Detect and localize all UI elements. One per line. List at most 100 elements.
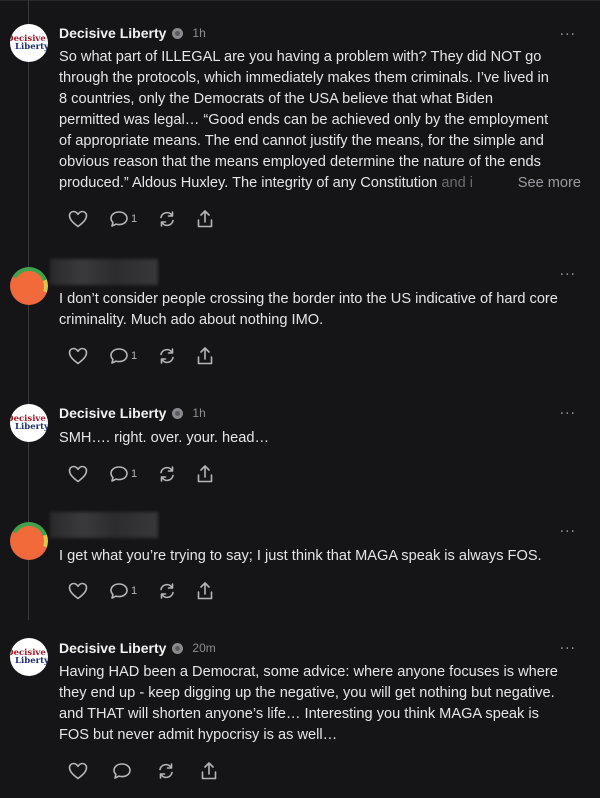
restack-icon <box>160 211 174 227</box>
heart-icon <box>68 465 88 483</box>
comment-text-line: produced.” Aldous Huxley. The integrity … <box>59 175 474 191</box>
comment-body: So what part of ILLEGAL are you having a… <box>59 47 581 194</box>
restack-icon <box>160 466 174 482</box>
like-button[interactable] <box>68 580 88 602</box>
comment-body: I don’t consider people crossing the bor… <box>59 289 581 331</box>
comment-icon <box>110 348 128 364</box>
badge-icon <box>172 642 184 654</box>
comment-text-fade: and i <box>441 175 474 191</box>
comment-header: Decisive Liberty 1h <box>59 403 206 423</box>
share-icon <box>197 347 213 365</box>
comment-body: I get what you’re trying to say; I just … <box>59 546 581 567</box>
author-name[interactable]: Decisive Liberty <box>59 640 166 656</box>
comment-text-line: I get what you’re trying to say; I just … <box>59 548 542 564</box>
avatar[interactable] <box>10 267 48 305</box>
share-icon <box>201 762 217 780</box>
badge-icon <box>172 407 184 419</box>
share-button[interactable] <box>196 580 214 602</box>
comment-text-line: Having HAD been a Democrat, some advice:… <box>59 664 558 680</box>
like-button[interactable] <box>68 208 88 230</box>
avatar-logo-line2: Liberty <box>15 422 48 432</box>
restack-button[interactable] <box>157 208 177 230</box>
heart-icon <box>68 347 88 365</box>
share-button[interactable] <box>200 760 218 782</box>
comment-count: 1 <box>131 585 138 597</box>
comment-actions: 1 <box>68 580 214 602</box>
comment-icon <box>110 583 128 599</box>
comment-text-last-row: produced.” Aldous Huxley. The integrity … <box>59 173 581 194</box>
more-options-button[interactable]: ··· <box>560 525 576 539</box>
restack-button[interactable] <box>157 345 177 367</box>
avatar-logo-line2: Liberty <box>15 42 48 52</box>
comment-text-line: So what part of ILLEGAL are you having a… <box>59 49 542 65</box>
comment-body: SMH…. right. over. your. head… <box>59 428 581 449</box>
comment-icon <box>110 211 128 227</box>
restack-icon <box>160 348 174 364</box>
restack-icon <box>160 583 174 599</box>
avatar-inner <box>14 526 44 556</box>
comment-count: 1 <box>131 213 138 225</box>
see-more-link[interactable]: See more <box>518 173 581 194</box>
comment-text-line: I don’t consider people crossing the bor… <box>59 291 558 307</box>
comment-text-line: permitted was legal… “Good ends can be a… <box>59 112 549 128</box>
comment-icon <box>110 466 128 482</box>
more-options-button[interactable]: ··· <box>560 268 576 282</box>
comment-text-line: obvious reason that the means employed d… <box>59 154 541 170</box>
like-button[interactable] <box>68 345 88 367</box>
comment-icon <box>113 763 131 779</box>
share-icon <box>197 465 213 483</box>
comment-header: Decisive Liberty 1h <box>59 23 206 43</box>
comment-thread: Decisive Liberty Decisive Liberty 1h ···… <box>0 0 600 798</box>
share-button[interactable] <box>196 345 214 367</box>
share-icon <box>197 210 213 228</box>
more-options-button[interactable]: ··· <box>560 642 576 656</box>
author-name-redacted <box>50 512 158 538</box>
comment-body: Having HAD been a Democrat, some advice:… <box>59 662 581 746</box>
more-options-button[interactable]: ··· <box>560 407 576 421</box>
like-button[interactable] <box>68 760 88 782</box>
comment-actions: 1 <box>68 463 214 485</box>
timestamp[interactable]: 20m <box>192 641 215 655</box>
restack-button[interactable] <box>156 760 176 782</box>
comment-text-line: of appropriate means. The end cannot jus… <box>59 133 544 149</box>
like-button[interactable] <box>68 463 88 485</box>
heart-icon <box>68 762 88 780</box>
comment-text-line: SMH…. right. over. your. head… <box>59 430 270 446</box>
comment-actions <box>68 760 218 782</box>
divider <box>0 0 600 1</box>
comment-header: Decisive Liberty 20m <box>59 638 216 658</box>
comment-text-line: through the protocols, which immediately… <box>59 70 549 86</box>
comment-text-line: they end up - keep digging up the negati… <box>59 685 555 701</box>
restack-button[interactable] <box>157 580 177 602</box>
comment-count: 1 <box>131 350 138 362</box>
more-options-button[interactable]: ··· <box>560 28 576 42</box>
heart-icon <box>68 210 88 228</box>
author-name[interactable]: Decisive Liberty <box>59 405 166 421</box>
comment-button[interactable] <box>112 760 132 782</box>
badge-icon <box>172 27 184 39</box>
comment-actions: 1 <box>68 208 214 230</box>
share-button[interactable] <box>196 463 214 485</box>
avatar-inner <box>14 271 44 301</box>
avatar-logo-line2: Liberty <box>15 656 48 666</box>
avatar[interactable]: Decisive Liberty <box>10 404 48 442</box>
comment-text-line: and THAT will shorten anyone’s life… Int… <box>59 706 539 722</box>
restack-button[interactable] <box>157 463 177 485</box>
comment-button[interactable]: 1 <box>109 208 137 230</box>
share-icon <box>197 582 213 600</box>
timestamp[interactable]: 1h <box>192 406 205 420</box>
share-button[interactable] <box>196 208 214 230</box>
comment-text-line: FOS but never admit hypocrisy is as well… <box>59 727 338 743</box>
restack-icon <box>159 763 173 779</box>
comment-text-line: criminality. Much ado about nothing IMO. <box>59 312 324 328</box>
timestamp[interactable]: 1h <box>192 26 205 40</box>
heart-icon <box>68 582 88 600</box>
comment-button[interactable]: 1 <box>109 345 137 367</box>
comment-button[interactable]: 1 <box>109 463 137 485</box>
avatar[interactable]: Decisive Liberty <box>10 638 48 676</box>
author-name[interactable]: Decisive Liberty <box>59 25 166 41</box>
avatar[interactable]: Decisive Liberty <box>10 24 48 62</box>
comment-actions: 1 <box>68 345 214 367</box>
avatar[interactable] <box>10 522 48 560</box>
comment-button[interactable]: 1 <box>109 580 137 602</box>
